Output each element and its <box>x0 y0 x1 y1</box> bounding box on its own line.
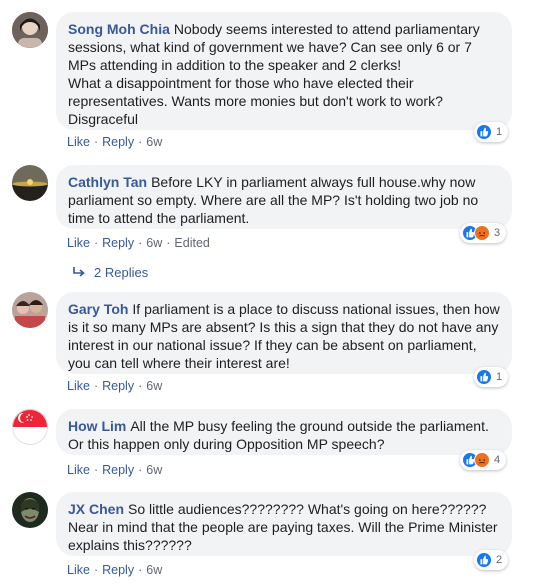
comment-text: All the MP busy feeling the ground outsi… <box>68 418 493 452</box>
comment-bubble: Gary Toh If parliament is a place to disc… <box>56 292 512 374</box>
like-reaction-icon <box>476 552 492 568</box>
author-name[interactable]: JX Chen <box>68 501 124 517</box>
separator-dot: · <box>93 135 99 149</box>
avatar[interactable] <box>12 492 48 528</box>
author-name[interactable]: Gary Toh <box>68 301 128 317</box>
reaction-count: 2 <box>496 554 503 566</box>
avatar[interactable] <box>12 165 48 201</box>
author-name[interactable]: Cathlyn Tan <box>68 174 147 190</box>
reactions-summary[interactable]: 3 <box>460 223 507 243</box>
reactions-summary[interactable]: 4 <box>460 450 507 470</box>
comment-bubble: Song Moh Chia Nobody seems interested to … <box>56 12 512 130</box>
separator-dot: · <box>93 236 99 250</box>
view-replies-link[interactable]: 2 Replies <box>72 265 148 280</box>
avatar[interactable] <box>12 409 48 445</box>
reply-link[interactable]: Reply <box>102 135 134 149</box>
comment-actions: Like · Reply · 6w <box>67 135 162 149</box>
reactions-summary[interactable]: 2 <box>474 550 509 570</box>
reaction-count: 3 <box>494 227 501 239</box>
comment-text: So little audiences???????? What's going… <box>68 501 498 553</box>
like-link[interactable]: Like <box>67 563 90 577</box>
like-reaction-icon <box>476 124 492 140</box>
comment-bubble: Cathlyn Tan Before LKY in parliament alwa… <box>56 165 512 229</box>
separator-dot: · <box>138 379 143 393</box>
edited-label[interactable]: Edited <box>174 236 209 250</box>
timestamp[interactable]: 6w <box>146 135 162 149</box>
timestamp[interactable]: 6w <box>146 379 162 393</box>
angry-reaction-icon <box>474 452 490 468</box>
reaction-count: 1 <box>496 126 503 138</box>
avatar[interactable] <box>12 292 48 328</box>
separator-dot: · <box>93 463 99 477</box>
separator-dot: · <box>138 463 143 477</box>
like-link[interactable]: Like <box>67 135 90 149</box>
comment-actions: Like · Reply · 6w <box>67 379 162 393</box>
comment-bubble: JX Chen So little audiences???????? What'… <box>56 492 512 556</box>
like-reaction-icon <box>476 369 492 385</box>
reply-link[interactable]: Reply <box>102 236 134 250</box>
author-name[interactable]: Song Moh Chia <box>68 21 170 37</box>
reply-link[interactable]: Reply <box>102 563 134 577</box>
like-link[interactable]: Like <box>67 236 90 250</box>
reaction-count: 1 <box>496 371 503 383</box>
separator-dot: · <box>138 135 143 149</box>
angry-reaction-icon <box>474 225 490 241</box>
replies-count-label[interactable]: 2 Replies <box>94 265 148 280</box>
separator-dot: · <box>166 236 171 250</box>
like-link[interactable]: Like <box>67 379 90 393</box>
comment-actions: Like · Reply · 6w <box>67 563 162 577</box>
timestamp[interactable]: 6w <box>146 236 162 250</box>
reply-link[interactable]: Reply <box>102 463 134 477</box>
comment-text: If parliament is a place to discuss nati… <box>68 301 504 371</box>
timestamp[interactable]: 6w <box>146 563 162 577</box>
reactions-summary[interactable]: 1 <box>474 122 509 142</box>
timestamp[interactable]: 6w <box>146 463 162 477</box>
separator-dot: · <box>138 563 143 577</box>
like-link[interactable]: Like <box>67 463 90 477</box>
reaction-count: 4 <box>494 454 501 466</box>
reply-arrow-icon <box>73 267 85 277</box>
avatar[interactable] <box>12 12 48 48</box>
reactions-summary[interactable]: 1 <box>474 367 509 387</box>
comment-actions: Like · Reply · 6w · Edited <box>67 236 210 250</box>
author-name[interactable]: How Lim <box>68 418 126 434</box>
comment-bubble: How Lim All the MP busy feeling the groun… <box>56 409 512 455</box>
separator-dot: · <box>93 563 99 577</box>
separator-dot: · <box>93 379 99 393</box>
comment-actions: Like · Reply · 6w <box>67 463 162 477</box>
reply-link[interactable]: Reply <box>102 379 134 393</box>
separator-dot: · <box>138 236 143 250</box>
